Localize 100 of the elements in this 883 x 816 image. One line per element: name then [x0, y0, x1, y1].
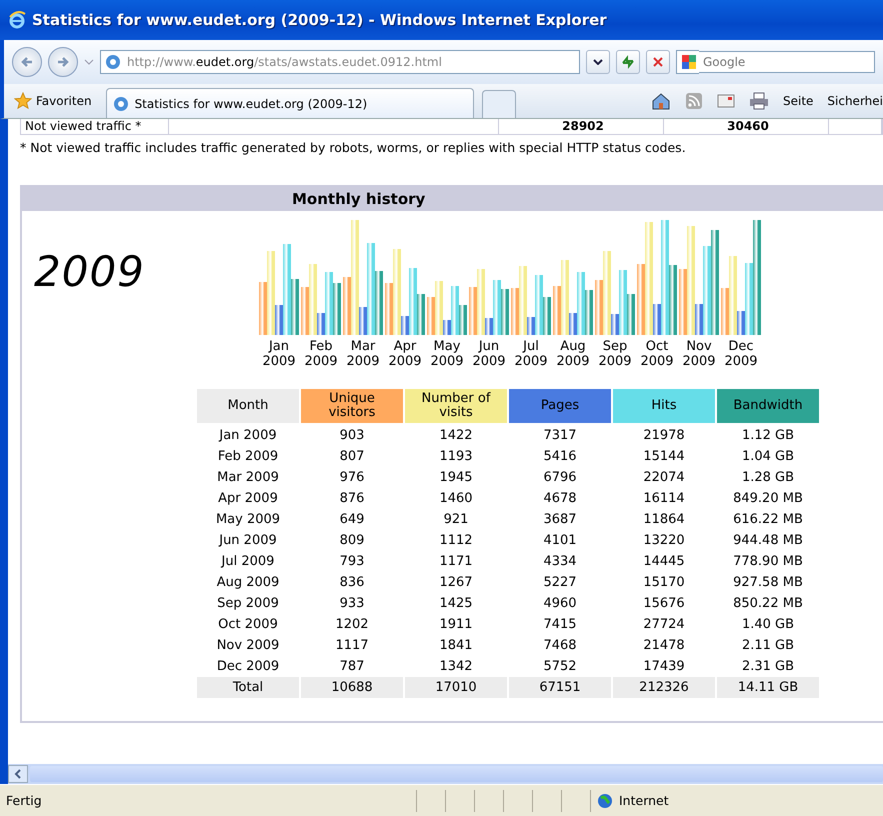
security-zone: Internet: [590, 790, 669, 812]
table-cell-text: 1422: [438, 427, 474, 445]
panel-title: Monthly history: [292, 190, 426, 208]
table-cell-text: 616.22 MB: [732, 511, 804, 529]
scrollbar-thumb[interactable]: [30, 766, 883, 782]
total-cell: 67151: [509, 677, 611, 698]
back-arrow-icon: [20, 55, 34, 69]
month-label: May 2009: [430, 339, 464, 369]
table-cell-text: Jul 2009: [220, 553, 276, 571]
table-cell-text: 809: [338, 532, 366, 550]
total-cell: 212326: [613, 677, 715, 698]
table-cell-text: 1425: [438, 595, 474, 613]
month-label: Aug 2009: [556, 339, 590, 369]
caret-icon[interactable]: [84, 59, 94, 65]
table-cell-text: 15144: [642, 448, 686, 466]
table-cell: 28902: [499, 119, 664, 134]
table-cell-text: 1202: [334, 616, 370, 634]
scroll-left-button[interactable]: [8, 765, 28, 783]
table-cell-text: 1112: [438, 532, 474, 550]
bar-group-drawing: [469, 269, 509, 335]
table-cell-text: May 2009: [214, 511, 282, 529]
table-cell-text: 778.90 MB: [732, 553, 804, 571]
table-cell-text: 4960: [542, 595, 578, 613]
favorites-button[interactable]: Favoriten: [14, 92, 98, 118]
mail-icon[interactable]: [716, 94, 735, 108]
refresh-button[interactable]: [616, 50, 640, 74]
table-cell-text: 793: [338, 553, 366, 571]
month-label: Jun 2009: [472, 339, 506, 369]
month-label: Oct 2009: [640, 339, 674, 369]
table-cell-text: 14445: [642, 553, 686, 571]
table-cell-text: 849.20 MB: [732, 490, 804, 508]
forward-button[interactable]: [48, 47, 78, 77]
table-cell-text: 21478: [642, 637, 686, 655]
caret-icon: [593, 59, 603, 65]
month-label: Apr 2009: [388, 339, 422, 369]
table-cell-text: 1267: [438, 574, 474, 592]
chevron-left-icon: [14, 769, 22, 779]
table-cell-text: 927.58 MB: [732, 574, 804, 592]
table-cell-text: 15170: [642, 574, 686, 592]
table-cell-text: 1.28 GB: [740, 469, 796, 487]
browser-tab[interactable]: Statistics for www.eudet.org (2009-12): [106, 88, 474, 118]
printer-icon[interactable]: [748, 92, 769, 110]
table-cell-text: 7317: [542, 427, 578, 445]
table-cell-text: 1.12 GB: [740, 427, 796, 445]
table-cell-text: Aug 2009: [216, 574, 280, 592]
window-title: Statistics for www.eudet.org (2009-12) - Windows Internet Explorer: [32, 11, 607, 29]
table-cell-text: 976: [338, 469, 366, 487]
stop-button[interactable]: [646, 50, 670, 74]
month-label: Mar 2009: [346, 339, 380, 369]
forward-arrow-icon: [56, 55, 70, 69]
table-cell-text: Feb 2009: [216, 448, 280, 466]
table-cell-text: 1841: [438, 637, 474, 655]
table-cell: 30460: [664, 119, 829, 134]
table-cell-text: 7468: [542, 637, 578, 655]
table-cell-text: 6796: [542, 469, 578, 487]
table-cell-text: Nov 2009: [216, 637, 280, 655]
table-cell-text: 787: [338, 658, 366, 676]
table-cell-text: 16114: [642, 490, 686, 508]
status-text: Fertig: [5, 793, 43, 808]
footnote: * Not viewed traffic includes traffic generated by robots, worms, or replies with special HTTP status codes.: [20, 140, 687, 155]
table-cell-text: 1171: [438, 553, 474, 571]
dropdown-button[interactable]: [586, 50, 610, 74]
table-cell-text: 13220: [642, 532, 686, 550]
column-header: Bandwidth: [717, 389, 819, 423]
browser-logo-icon: [8, 11, 26, 29]
table-cell-text: 649: [338, 511, 366, 529]
month-label: Jan 2009: [262, 339, 296, 369]
address-field[interactable]: http://www.eudet.org/stats/awstats.eudet.0912.html: [100, 50, 580, 74]
table-cell-text: 836: [338, 574, 366, 592]
table-cell-text: 1193: [438, 448, 474, 466]
table-cell-text: 876: [338, 490, 366, 508]
table-cell-text: 11864: [642, 511, 686, 529]
month-label: Sep 2009: [598, 339, 632, 369]
column-header: Number of visits: [405, 389, 507, 423]
table-cell-text: Jan 2009: [218, 427, 278, 445]
table-cell-text: 21978: [642, 427, 686, 445]
total-cell: Total: [197, 677, 299, 698]
home-icon[interactable]: [650, 92, 671, 110]
table-cell-text: Apr 2009: [217, 490, 279, 508]
table-cell-text: 2.31 GB: [740, 658, 796, 676]
command-menu[interactable]: Sicherhei: [827, 94, 883, 108]
total-cell: 17010: [405, 677, 507, 698]
feed-icon[interactable]: [684, 92, 703, 110]
table-cell-text: Oct 2009: [217, 616, 279, 634]
table-cell-text: 1911: [438, 616, 474, 634]
column-header: Pages: [509, 389, 611, 423]
bar-group-drawing: [427, 281, 467, 335]
back-button[interactable]: [12, 47, 42, 77]
month-label: Nov 2009: [682, 339, 716, 369]
table-cell-text: 27724: [642, 616, 686, 634]
table-cell-text: 2.11 GB: [740, 637, 796, 655]
column-header: Month: [197, 389, 299, 423]
table-cell-text: 4334: [542, 553, 578, 571]
table-cell-text: 903: [338, 427, 366, 445]
table-cell-text: 5416: [542, 448, 578, 466]
table-cell-text: 3687: [542, 511, 578, 529]
table-cell-text: 15676: [642, 595, 686, 613]
table-cell-text: 7415: [542, 616, 578, 634]
table-cell-text: 5227: [542, 574, 578, 592]
command-menu[interactable]: Seite: [782, 94, 814, 108]
